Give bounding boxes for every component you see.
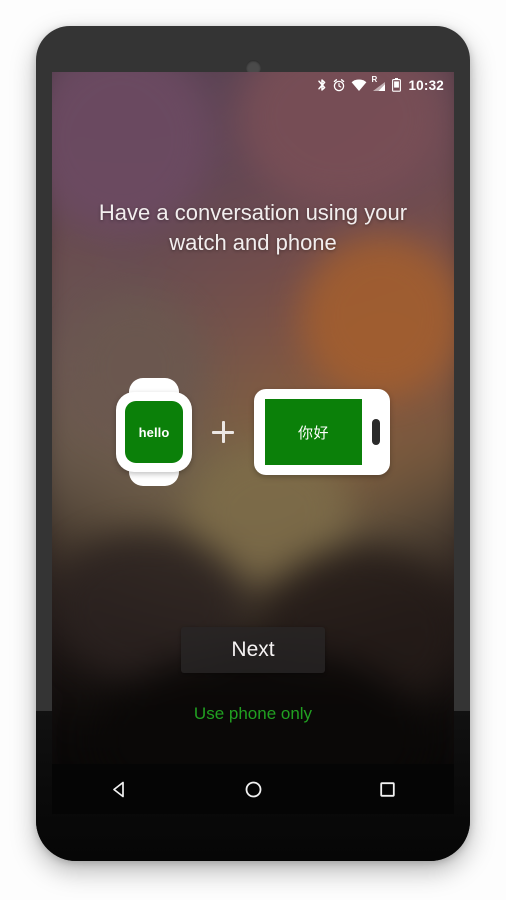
page-root: R 10:32 Have a conversation using your w…	[0, 0, 506, 900]
wifi-icon	[351, 79, 367, 92]
recents-square-icon[interactable]	[360, 764, 414, 814]
alarm-clock-icon	[332, 78, 346, 92]
phone-landscape-icon: 你好	[254, 389, 390, 475]
battery-icon	[392, 78, 402, 92]
home-circle-icon[interactable]	[226, 764, 280, 814]
android-navigation-bar	[52, 764, 454, 814]
cellular-signal-roaming-icon: R	[371, 75, 387, 92]
status-bar-clock: 10:32	[408, 77, 444, 93]
phone-home-button-icon	[372, 419, 380, 445]
back-triangle-icon[interactable]	[92, 764, 146, 814]
next-button[interactable]: Next	[181, 627, 325, 673]
phone-illustration-screen: 你好	[265, 399, 362, 465]
plus-icon	[212, 421, 234, 443]
status-bar: R 10:32	[52, 72, 454, 98]
phone-screen: R 10:32 Have a conversation using your w…	[52, 72, 454, 814]
use-phone-only-link[interactable]: Use phone only	[52, 704, 454, 724]
phone-device-frame: R 10:32 Have a conversation using your w…	[36, 26, 470, 861]
watch-screen-text: hello	[138, 424, 170, 440]
roaming-indicator-label: R	[371, 74, 378, 84]
watch-phone-illustration: hello 你好	[52, 372, 454, 492]
phone-screen-text: 你好	[297, 424, 329, 442]
bluetooth-icon	[317, 78, 327, 92]
smartwatch-icon: hello	[116, 378, 192, 486]
watch-screen: hello	[125, 401, 183, 463]
page-title: Have a conversation using your watch and…	[98, 200, 408, 255]
watch-body: hello	[116, 392, 192, 472]
